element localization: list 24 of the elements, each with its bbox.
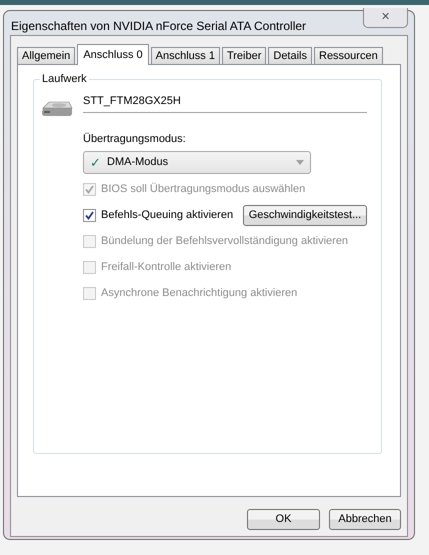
checkbox-label: Asynchrone Benachrichtigung aktivieren [101,286,298,301]
tab[interactable]: Anschluss 1 [150,47,220,64]
close-button[interactable]: ✕ [363,8,408,28]
checkbox-label: BIOS soll Übertragungsmodus auswählen [101,182,306,197]
tab[interactable]: Treiber [222,47,266,64]
tab[interactable]: Allgemein [17,47,76,64]
drive-name-field: STT_FTM28GX25H [83,93,367,112]
checkbox-label: Bündelung der Befehlsvervollständigung aktivieren [101,234,348,249]
tab[interactable]: Ressourcen [314,47,383,64]
mode-dropdown[interactable]: ✓ DMA-Modus [83,151,311,174]
checkbox-label: Freifall-Kontrolle aktivieren [101,260,232,275]
cancel-button[interactable]: Abbrechen [329,509,401,530]
tab[interactable]: Details [268,47,312,64]
hard-drive-icon [41,101,73,117]
window-title: Eigenschaften von NVIDIA nForce Serial ATA Controller [10,18,306,35]
speed-test-button[interactable]: Geschwindigkeitstest... [243,204,367,226]
field-label: Übertragungsmodus: [83,132,187,146]
dropdown-arrow-icon [296,160,304,165]
checkbox-label[interactable]: Befehls-Queuing aktivieren [101,206,234,224]
dropdown-value: DMA-Modus [107,155,170,170]
checkbox[interactable] [83,208,96,222]
ok-button[interactable]: OK [247,509,320,530]
tab[interactable]: Anschluss 0 [77,44,149,65]
checkmark-icon [85,210,94,220]
